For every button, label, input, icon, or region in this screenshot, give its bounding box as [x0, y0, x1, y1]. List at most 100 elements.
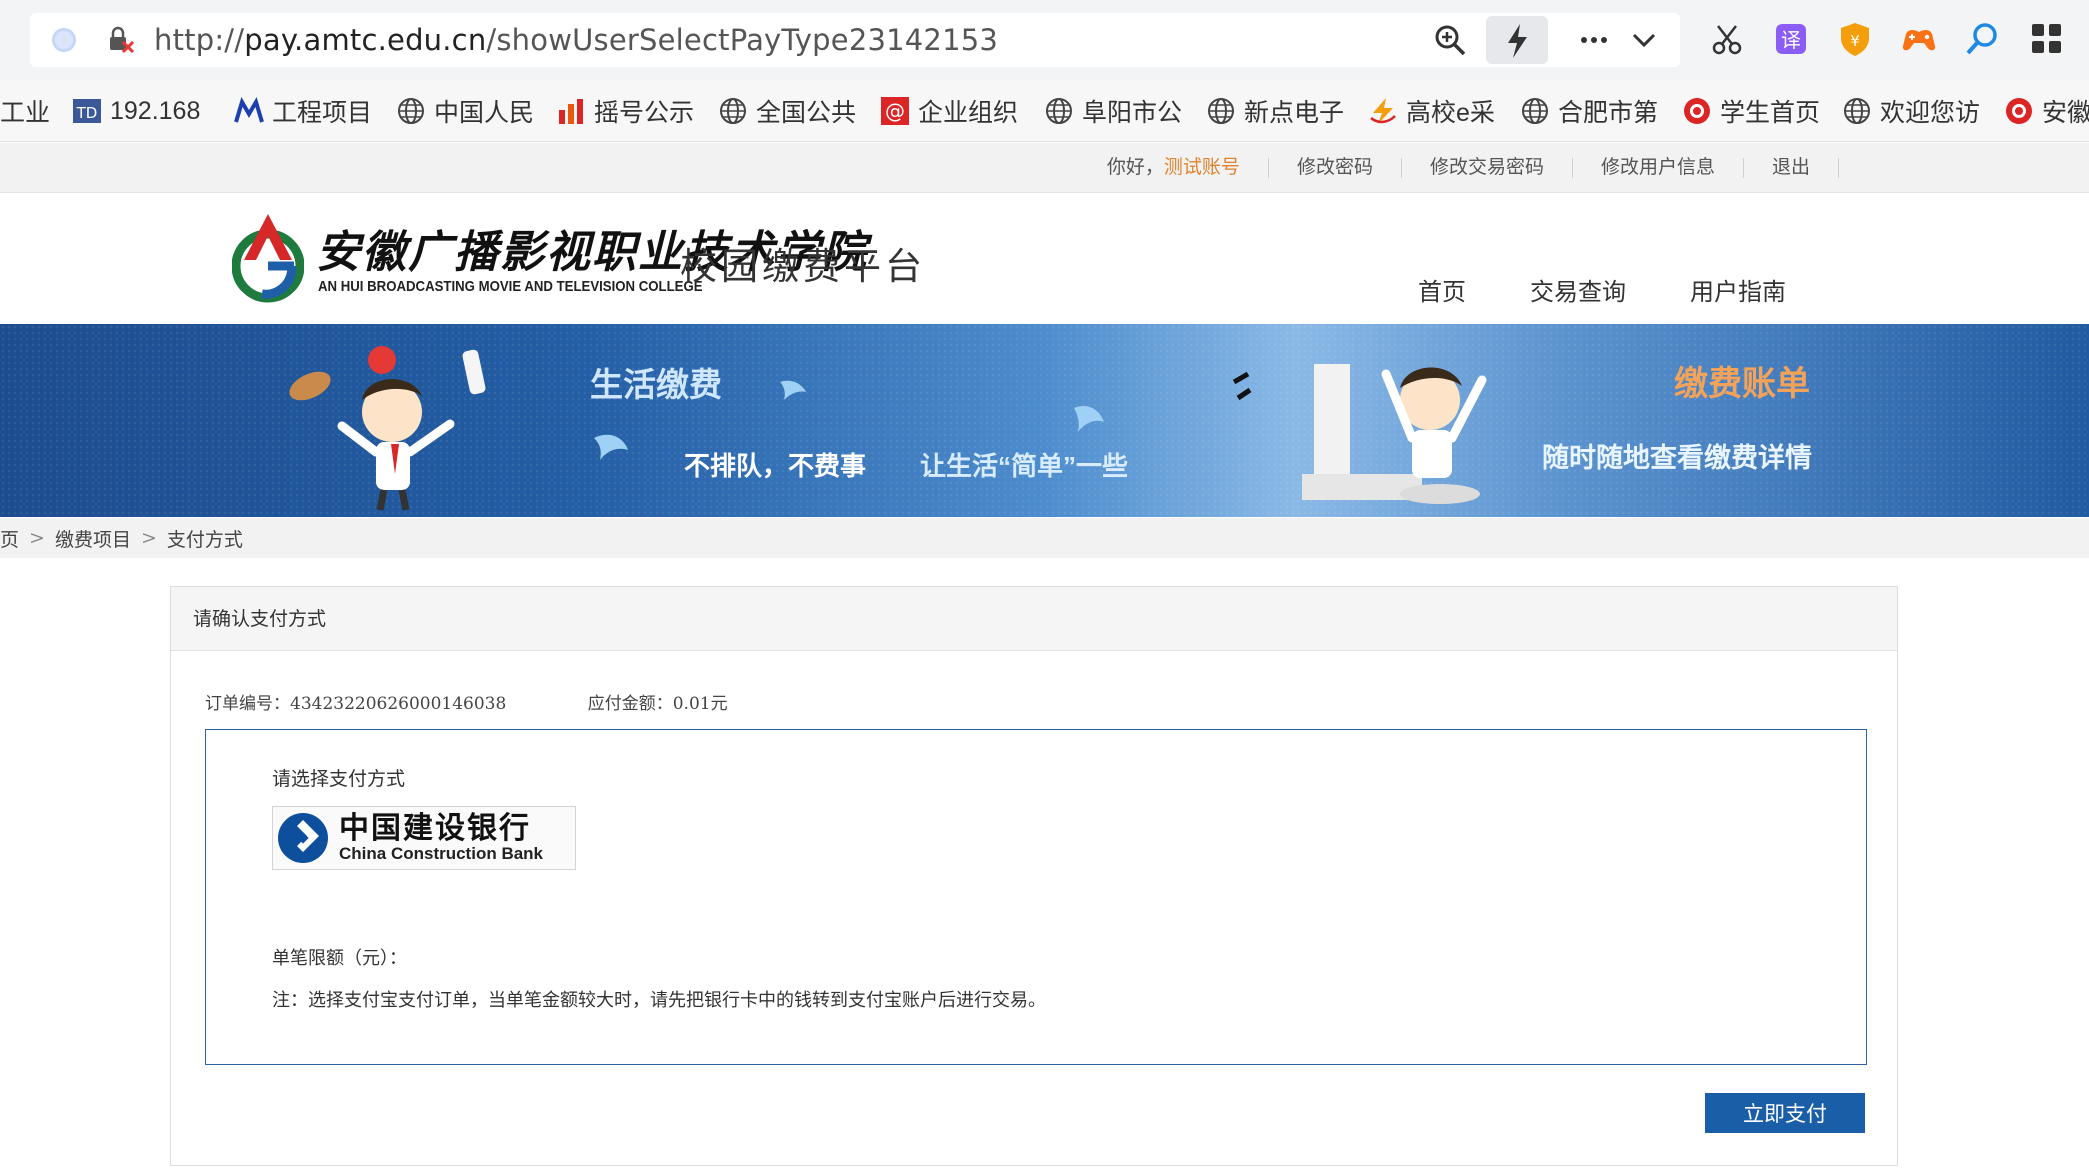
- bookmark-label: 阜阳市公: [1082, 99, 1183, 127]
- banner-title-life-payment: 生活缴费: [590, 366, 722, 403]
- apps-grid-icon[interactable]: [2028, 20, 2066, 58]
- zoom-icon[interactable]: [1432, 22, 1468, 58]
- translate-icon[interactable]: 译: [1772, 20, 1810, 58]
- bookmark-label: 中国人民: [434, 99, 535, 127]
- banner-slogan-3: 随时随地查看缴费详情: [1542, 443, 1812, 473]
- lightning-icon: [1508, 24, 1527, 58]
- bar-chart-icon: [559, 99, 583, 124]
- pay-now-button[interactable]: 立即支付: [1705, 1093, 1865, 1133]
- chevron-down-icon[interactable]: [1626, 22, 1662, 58]
- globe-icon: [720, 98, 746, 124]
- bookmark-label: 摇号公示: [594, 99, 695, 127]
- breadcrumb-items: 页 > 缴费项目 > 支付方式: [0, 518, 243, 558]
- url-scheme: http://: [154, 23, 245, 57]
- site-header: 安徽广播影视职业技术学院 AN HUI BROADCASTING MOVIE A…: [0, 194, 2089, 324]
- ccb-payment-option[interactable]: 中国建设银行 China Construction Bank: [272, 806, 576, 870]
- globe-icon: [1844, 98, 1870, 124]
- username-link[interactable]: 测试账号: [1164, 157, 1240, 178]
- game-controller-icon[interactable]: [1900, 20, 1938, 58]
- bookmark-item[interactable]: 安徽: [2004, 93, 2089, 129]
- bookmark-item[interactable]: 中国人民: [396, 93, 534, 129]
- bookmark-label: 安徽: [2042, 99, 2089, 127]
- url-host: pay.amtc.edu.cn: [244, 23, 487, 57]
- speed-mode-button[interactable]: [1486, 16, 1548, 64]
- payment-note: 注：选择支付宝支付订单，当单笔金额较大时，请先把银行卡中的钱转到支付宝账户后进行…: [272, 990, 1046, 1011]
- payment-confirm-panel: 请确认支付方式 订单编号：43423220626000146038 应付金额：0…: [170, 586, 1898, 1166]
- bookmark-item[interactable]: 摇号公示: [556, 93, 694, 129]
- bookmark-item[interactable]: @ 企业组织: [880, 93, 1018, 129]
- cartoon-computer-illustration: [1232, 364, 1487, 504]
- amount-label: 应付金额：: [587, 694, 673, 714]
- greeting: 你好，测试账号: [1079, 158, 1269, 178]
- bookmark-item[interactable]: 全国公共: [718, 93, 856, 129]
- bookmark-label: 192.168: [110, 96, 201, 125]
- order-number-label: 订单编号：: [205, 694, 290, 714]
- payment-method-box: 请选择支付方式 中国建设银行 China Construction Bank 单…: [205, 729, 1867, 1065]
- college-logo-icon[interactable]: [232, 210, 304, 310]
- scissors-icon[interactable]: [1708, 20, 1746, 58]
- bookmark-item[interactable]: 阜阳市公: [1044, 93, 1182, 129]
- bookmark-label: 高校e采: [1406, 99, 1495, 127]
- bookmark-label: 全国公共: [756, 99, 857, 127]
- shield-coin-icon[interactable]: ¥: [1836, 20, 1874, 58]
- ccb-logo-icon: [278, 813, 328, 863]
- amount-value: 0.01元: [672, 694, 728, 714]
- breadcrumb-payment-items[interactable]: 缴费项目: [55, 525, 131, 552]
- promo-banner: 生活缴费 不排队，不费事 让生活“简单”一些 缴费账单 随时随地查看缴费详情: [0, 324, 2089, 517]
- account-links: 你好，测试账号 修改密码 修改交易密码 修改用户信息 退出: [1079, 143, 1839, 193]
- edit-user-info-link[interactable]: 修改用户信息: [1573, 158, 1744, 178]
- nav-transaction-query[interactable]: 交易查询: [1530, 272, 1626, 307]
- url-text[interactable]: http://pay.amtc.edu.cn/showUserSelectPay…: [154, 23, 998, 57]
- bookmark-item[interactable]: 工业: [0, 93, 50, 129]
- banner-slogan-2: 让生活“简单”一些: [920, 451, 1129, 481]
- svg-text:TD: TD: [76, 104, 98, 122]
- change-trade-password-link[interactable]: 修改交易密码: [1402, 158, 1573, 178]
- bookmark-item[interactable]: TD 192.168: [72, 93, 200, 129]
- address-bar[interactable]: http://pay.amtc.edu.cn/showUserSelectPay…: [30, 13, 1680, 67]
- globe-icon: [1522, 98, 1548, 124]
- bookmark-item[interactable]: 工程项目: [234, 93, 372, 129]
- bank-name-cn: 中国建设银行: [339, 812, 531, 845]
- logout-link[interactable]: 退出: [1744, 158, 1839, 178]
- insecure-lock-icon[interactable]: [106, 25, 136, 55]
- breadcrumb-current: 支付方式: [166, 528, 243, 551]
- bookmark-item[interactable]: 学生首页: [1682, 93, 1820, 129]
- bookmark-label: 合肥市第: [1558, 99, 1659, 127]
- cartoon-student-illustration: [289, 346, 486, 511]
- breadcrumb-separator-icon: >: [29, 527, 45, 549]
- search-icon[interactable]: [1964, 20, 2002, 58]
- platform-title: 校园缴费平台: [680, 245, 926, 288]
- url-path: /showUserSelectPayType23142153: [486, 23, 999, 57]
- breadcrumb-home[interactable]: 页: [0, 525, 19, 552]
- bookmark-label: 欢迎您访: [1880, 99, 1981, 127]
- svg-text:译: 译: [1781, 28, 1801, 52]
- site-topbar: 你好，测试账号 修改密码 修改交易密码 修改用户信息 退出: [0, 143, 2089, 193]
- bookmark-label: 工程项目: [272, 99, 373, 127]
- bank-names: 中国建设银行 China Construction Bank: [339, 813, 543, 863]
- bookmark-label: 企业组织: [918, 99, 1019, 127]
- globe-icon: [1208, 98, 1234, 124]
- td-icon: TD: [73, 99, 101, 123]
- main-nav: 首页 交易查询 用户指南: [1418, 272, 1850, 307]
- at-icon: @: [881, 97, 909, 125]
- greeting-text: 你好，: [1106, 157, 1164, 178]
- bookmark-item[interactable]: 欢迎您访: [1842, 93, 1980, 129]
- order-number: 43423220626000146038: [290, 694, 507, 714]
- browser-toolbar: http://pay.amtc.edu.cn/showUserSelectPay…: [0, 0, 2089, 80]
- breadcrumb-separator-icon: >: [140, 527, 157, 549]
- bookmark-label: 工业: [0, 99, 51, 127]
- bookmark-item[interactable]: 高校e采: [1368, 93, 1495, 129]
- bookmark-item[interactable]: 新点电子: [1206, 93, 1344, 129]
- banner-slogan-1: 不排队，不费事: [684, 451, 867, 481]
- change-password-link[interactable]: 修改密码: [1269, 158, 1402, 178]
- globe-icon: [1046, 98, 1072, 124]
- site-status-icon: [52, 28, 76, 52]
- more-icon[interactable]: [1576, 22, 1612, 58]
- svg-text:¥: ¥: [1850, 32, 1860, 50]
- nav-home[interactable]: 首页: [1418, 272, 1466, 307]
- red-circle-icon: [1684, 98, 1710, 124]
- bookmark-item[interactable]: 合肥市第: [1520, 93, 1658, 129]
- nav-user-guide[interactable]: 用户指南: [1690, 272, 1786, 307]
- panel-title: 请确认支付方式: [171, 587, 1897, 651]
- globe-icon: [398, 98, 424, 124]
